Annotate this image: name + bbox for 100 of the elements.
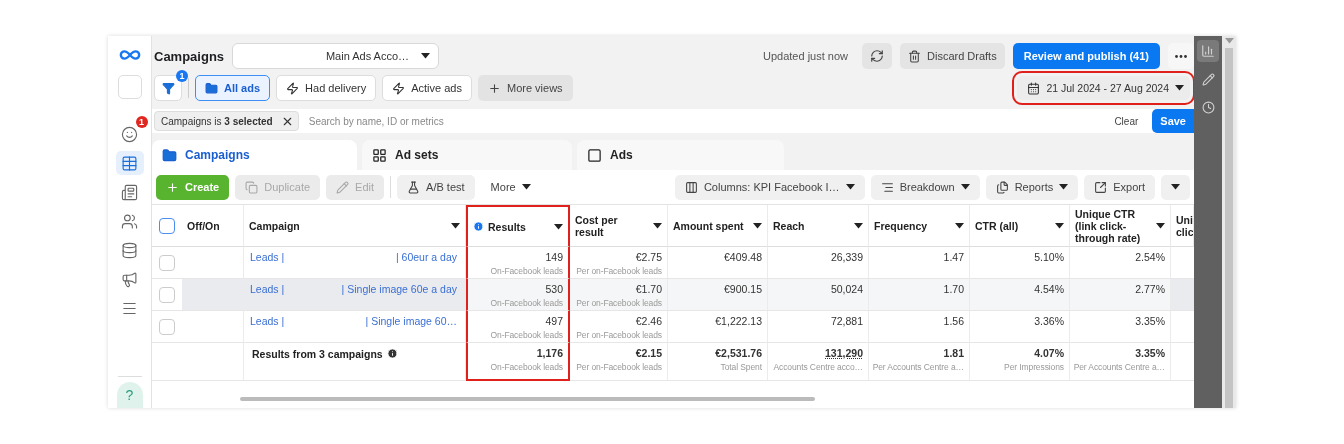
caret-icon xyxy=(845,184,855,190)
reports-button[interactable]: Reports xyxy=(985,174,1079,200)
view-tab[interactable]: Had delivery xyxy=(276,75,377,101)
level-tab[interactable]: Ads xyxy=(577,140,784,170)
plus-icon xyxy=(487,81,501,95)
metric-value: 2.54% xyxy=(1135,251,1165,263)
refresh-icon xyxy=(870,49,884,63)
metric-value: €2.75 xyxy=(635,251,662,263)
square-icon xyxy=(587,147,602,163)
account-dropdown[interactable]: Main Ads Acco… xyxy=(232,43,440,69)
more-button[interactable]: More xyxy=(480,174,541,200)
filter-icon xyxy=(161,81,175,95)
column-header[interactable]: CTR (all) xyxy=(970,205,1070,247)
campaign-link[interactable]: Leads | xyxy=(250,251,285,263)
total-value: 4.07% xyxy=(1034,347,1064,359)
total-value: 3.35% xyxy=(1135,347,1165,359)
column-header[interactable]: Off/On xyxy=(182,205,244,247)
row-checkbox[interactable] xyxy=(159,318,175,335)
caret-icon xyxy=(854,222,863,229)
level-tab[interactable]: Ad sets xyxy=(362,140,572,170)
metric-value: €1.70 xyxy=(635,283,662,295)
view-tab[interactable]: Active ads xyxy=(382,75,472,101)
files-icon xyxy=(995,180,1009,194)
metric-value: €900.15 xyxy=(724,283,762,295)
trash-icon xyxy=(908,49,921,63)
metric-caption: On-Facebook leads xyxy=(490,298,563,308)
caret-icon xyxy=(1224,38,1234,44)
abtest-button[interactable]: A/B test xyxy=(397,174,475,200)
column-header[interactable]: Reach xyxy=(768,205,869,247)
pencil-icon xyxy=(336,180,350,194)
caret-icon xyxy=(1059,184,1069,190)
select-all-checkbox[interactable] xyxy=(159,217,175,234)
search-bar[interactable]: Campaigns is 3 selected Search by name, ID or metrics Clear Save xyxy=(152,109,1194,133)
discard-drafts-button[interactable]: Discard Drafts xyxy=(900,43,1005,69)
metric-value: 72,881 xyxy=(830,315,863,327)
more-options-button[interactable] xyxy=(1168,43,1194,69)
horizontal-scrollbar[interactable] xyxy=(240,397,815,401)
more-actions-button[interactable] xyxy=(1161,174,1190,200)
metric-value: 50,024 xyxy=(830,283,863,295)
columns-button[interactable]: Columns: KPI Facebook I… xyxy=(674,174,865,200)
clear-button[interactable]: Clear xyxy=(1108,115,1145,127)
metric-value: €1,222.13 xyxy=(715,315,762,327)
folder-icon xyxy=(205,81,218,95)
total-caption: On-Facebook leads xyxy=(490,362,563,372)
notification-badge: 1 xyxy=(135,116,148,128)
total-caption: Per on-Facebook leads xyxy=(576,362,662,372)
save-button[interactable]: Save xyxy=(1152,109,1194,133)
total-value: 1,176 xyxy=(536,347,563,359)
column-header[interactable]: Campaign xyxy=(244,205,466,247)
view-tab[interactable]: All ads xyxy=(195,75,271,101)
campaign-link[interactable]: | Single image 60… xyxy=(365,315,457,327)
metric-value: €409.48 xyxy=(724,251,762,263)
filter-chip[interactable]: Campaigns is 3 selected xyxy=(154,111,299,131)
row-checkbox[interactable] xyxy=(159,254,175,271)
total-caption: Per Impressions xyxy=(1004,362,1064,372)
caret-icon xyxy=(451,222,460,229)
metric-caption: Per on-Facebook leads xyxy=(576,298,662,308)
metric-caption: On-Facebook leads xyxy=(490,330,563,340)
metric-value: 1.70 xyxy=(943,283,964,295)
total-caption: Total Spent xyxy=(720,362,762,372)
caret-icon xyxy=(521,184,531,190)
metric-value: 3.35% xyxy=(1135,315,1165,327)
caret-icon xyxy=(1055,222,1064,229)
campaign-link[interactable]: | 60eur a day xyxy=(395,251,457,263)
update-status: Updated just now xyxy=(763,50,848,62)
breakdown-button[interactable]: Breakdown xyxy=(870,174,980,200)
bar-chart-icon xyxy=(1201,44,1215,58)
campaign-link[interactable]: | Single image 60e a day xyxy=(341,283,457,295)
megaphone-icon xyxy=(121,270,138,288)
column-header[interactable]: Frequency xyxy=(869,205,970,247)
total-value: €2.15 xyxy=(635,347,662,359)
export-button[interactable]: Export xyxy=(1084,174,1155,200)
more-views-button[interactable]: More views xyxy=(477,75,573,101)
coins-icon xyxy=(121,241,138,259)
column-header[interactable]: Unique CTR (link click-through rate) xyxy=(1070,205,1171,247)
caret-icon xyxy=(554,223,563,230)
campaign-link[interactable]: Leads | xyxy=(250,315,285,327)
total-caption: Per Accounts Centre a… xyxy=(1073,362,1165,372)
metric-value: 530 xyxy=(545,283,563,295)
vertical-scrollbar[interactable] xyxy=(1225,48,1233,408)
columns-icon xyxy=(684,180,698,194)
nav-item[interactable] xyxy=(115,151,144,175)
grid-icon xyxy=(372,147,387,163)
metric-value: 2.77% xyxy=(1135,283,1165,295)
column-header[interactable]: Results xyxy=(466,205,570,247)
filter-count-badge: 1 xyxy=(176,70,188,82)
plus-icon xyxy=(166,180,179,194)
flask-icon xyxy=(407,180,421,194)
level-tab[interactable]: Campaigns xyxy=(152,140,357,170)
caret-icon xyxy=(960,184,970,190)
column-header[interactable]: Amount spent xyxy=(668,205,768,247)
refresh-button[interactable] xyxy=(862,43,892,69)
publish-button[interactable]: Review and publish (41) xyxy=(1012,43,1160,69)
caret-icon xyxy=(1171,184,1180,190)
column-header[interactable]: Uni clic xyxy=(1171,205,1194,247)
row-checkbox[interactable] xyxy=(159,286,175,303)
column-header[interactable]: Cost per result xyxy=(570,205,668,247)
filter-button[interactable] xyxy=(154,75,182,101)
chart-button[interactable] xyxy=(1197,40,1219,62)
campaign-link[interactable]: Leads | xyxy=(250,283,285,295)
